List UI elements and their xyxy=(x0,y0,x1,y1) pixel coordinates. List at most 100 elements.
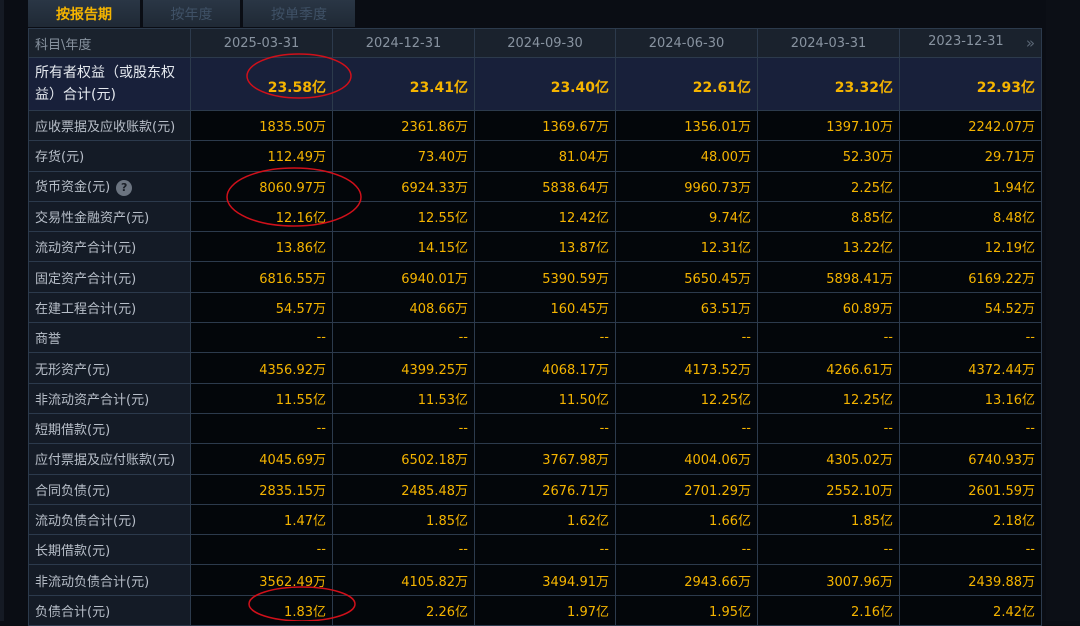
row-label-text: 所有者权益（或股东权益）合计(元) xyxy=(35,65,175,103)
value-cell: 23.58亿 xyxy=(190,57,333,111)
value-cell: 2.18亿 xyxy=(899,503,1042,536)
value-cell: 4305.02万 xyxy=(757,443,900,475)
value-cell: 29.71万 xyxy=(899,140,1042,172)
row-label: 合同负债(元) xyxy=(28,473,191,505)
row-label: 在建工程合计(元) xyxy=(28,291,191,324)
value-cell: -- xyxy=(615,322,758,354)
value-cell: -- xyxy=(757,412,900,445)
row-label-text: 负债合计(元) xyxy=(35,604,111,620)
value-cell: 5898.41万 xyxy=(757,261,900,293)
row-label-text: 短期借款(元) xyxy=(35,423,111,439)
value-cell: 1.85亿 xyxy=(757,503,900,536)
table-row: 交易性金融资产(元) 12.16亿 12.55亿 12.42亿 9.74亿 8.85亿 8.… xyxy=(28,200,1042,233)
value-cell: 6740.93万 xyxy=(899,443,1042,475)
tab-by-report-period[interactable]: 按报告期 xyxy=(28,0,140,27)
value-cell: 4173.52万 xyxy=(615,352,758,384)
table-row: 合同负债(元) 2835.15万 2485.48万 2676.71万 2701.29万 2… xyxy=(28,473,1042,505)
value-cell: 12.16亿 xyxy=(190,200,333,233)
value-cell: 2439.88万 xyxy=(899,564,1042,596)
value-cell: 5650.45万 xyxy=(615,261,758,293)
table-row: 应付票据及应付账款(元) 4045.69万 6502.18万 3767.98万 4004… xyxy=(28,443,1042,475)
table-row: 无形资产(元) 4356.92万 4399.25万 4068.17万 4173.52万 4… xyxy=(28,352,1042,384)
value-cell: -- xyxy=(190,322,333,354)
value-cell: 12.25亿 xyxy=(757,382,900,414)
value-cell: 1.97亿 xyxy=(474,594,616,626)
period-label: 2024-03-31 xyxy=(790,35,867,51)
value-cell: 2835.15万 xyxy=(190,473,333,505)
table-row: 固定资产合计(元) 6816.55万 6940.01万 5390.59万 5650.45… xyxy=(28,261,1042,293)
table-row: 商誉 -- -- -- -- -- -- xyxy=(28,322,1042,354)
row-label: 无形资产(元) xyxy=(28,352,191,384)
value-cell: 2943.66万 xyxy=(615,564,758,596)
value-cell: 60.89万 xyxy=(757,291,900,324)
help-icon[interactable]: ? xyxy=(116,179,133,196)
row-label: 存货(元) xyxy=(28,140,191,172)
value-cell: 9960.73万 xyxy=(615,170,758,202)
value-cell: -- xyxy=(615,534,758,566)
table-row: 流动负债合计(元) 1.47亿 1.85亿 1.62亿 1.66亿 1.85亿 2.18亿 xyxy=(28,503,1042,536)
value-cell: 54.57万 xyxy=(190,291,333,324)
value-cell: 2.25亿 xyxy=(757,170,900,202)
value-cell: 9.74亿 xyxy=(615,200,758,233)
value-cell: 1.62亿 xyxy=(474,503,616,536)
value-cell: 2676.71万 xyxy=(474,473,616,505)
row-label-text: 货币资金(元) xyxy=(35,180,111,196)
value-cell: 1.94亿 xyxy=(899,170,1042,202)
value-cell: 2701.29万 xyxy=(615,473,758,505)
tab-by-year[interactable]: 按年度 xyxy=(143,0,240,27)
value-cell: 408.66万 xyxy=(332,291,475,324)
period-tabs: 按报告期 按年度 按单季度 xyxy=(28,0,355,27)
row-label: 非流动负债合计(元) xyxy=(28,564,191,596)
value-cell: 4266.61万 xyxy=(757,352,900,384)
value-cell: 6502.18万 xyxy=(332,443,475,475)
row-label-text: 商誉 xyxy=(35,332,62,348)
table-row: 流动资产合计(元) 13.86亿 14.15亿 13.87亿 12.31亿 13.22亿 1… xyxy=(28,231,1042,263)
header-period[interactable]: 2024-09-30 xyxy=(474,28,616,58)
row-label-text: 在建工程合计(元) xyxy=(35,301,137,317)
row-label: 负债合计(元) xyxy=(28,594,191,626)
header-period[interactable]: 2025-03-31 xyxy=(190,28,333,58)
period-label: 2025-03-31 xyxy=(223,35,300,51)
value-cell: -- xyxy=(615,412,758,445)
value-cell: 22.61亿 xyxy=(615,57,758,111)
value-cell: 2242.07万 xyxy=(899,109,1042,142)
period-label: 2024-12-31 xyxy=(365,35,442,51)
header-period[interactable]: 2024-12-31 xyxy=(332,28,475,58)
balance-sheet-table: 科目\年度 2025-03-31 2024-12-31 2024-09-30 2024-… xyxy=(28,28,1042,626)
value-cell: 2361.86万 xyxy=(332,109,475,142)
value-cell: -- xyxy=(332,412,475,445)
table-row: 存货(元) 112.49万 73.40万 81.04万 48.00万 52.30万 29.7… xyxy=(28,140,1042,172)
row-label-text: 应收票据及应收账款(元) xyxy=(35,120,176,136)
row-label: 流动负债合计(元) xyxy=(28,503,191,536)
value-cell: 6816.55万 xyxy=(190,261,333,293)
table-header: 科目\年度 2025-03-31 2024-12-31 2024-09-30 2024-… xyxy=(28,28,1042,58)
value-cell: 11.53亿 xyxy=(332,382,475,414)
value-cell: 1.83亿 xyxy=(190,594,333,626)
row-label: 应收票据及应收账款(元) xyxy=(28,109,191,142)
value-cell: 12.31亿 xyxy=(615,231,758,263)
header-period[interactable]: 2024-06-30 xyxy=(615,28,758,58)
value-cell: 48.00万 xyxy=(615,140,758,172)
row-label: 短期借款(元) xyxy=(28,412,191,445)
table-row: 负债合计(元) 1.83亿 2.26亿 1.97亿 1.95亿 2.16亿 2.42亿 xyxy=(28,594,1042,626)
header-period[interactable]: 2024-03-31 xyxy=(757,28,900,58)
value-cell: 14.15亿 xyxy=(332,231,475,263)
value-cell: 3767.98万 xyxy=(474,443,616,475)
value-cell: 4399.25万 xyxy=(332,352,475,384)
value-cell: 1.47亿 xyxy=(190,503,333,536)
value-cell: -- xyxy=(332,322,475,354)
value-cell: 13.87亿 xyxy=(474,231,616,263)
period-label: 2024-06-30 xyxy=(648,35,725,51)
value-cell: 1356.01万 xyxy=(615,109,758,142)
more-periods-icon[interactable]: » xyxy=(1026,34,1035,52)
value-cell: -- xyxy=(899,412,1042,445)
value-cell: 73.40万 xyxy=(332,140,475,172)
row-label-text: 流动资产合计(元) xyxy=(35,241,137,257)
value-cell: 11.55亿 xyxy=(190,382,333,414)
value-cell: 6924.33万 xyxy=(332,170,475,202)
value-cell: 4105.82万 xyxy=(332,564,475,596)
value-cell: 5390.59万 xyxy=(474,261,616,293)
table-row: 货币资金(元)? 8060.97万 6924.33万 5838.64万 9960.73万… xyxy=(28,170,1042,202)
header-period[interactable]: 2023-12-31 » xyxy=(899,28,1042,58)
tab-by-quarter[interactable]: 按单季度 xyxy=(243,0,355,27)
